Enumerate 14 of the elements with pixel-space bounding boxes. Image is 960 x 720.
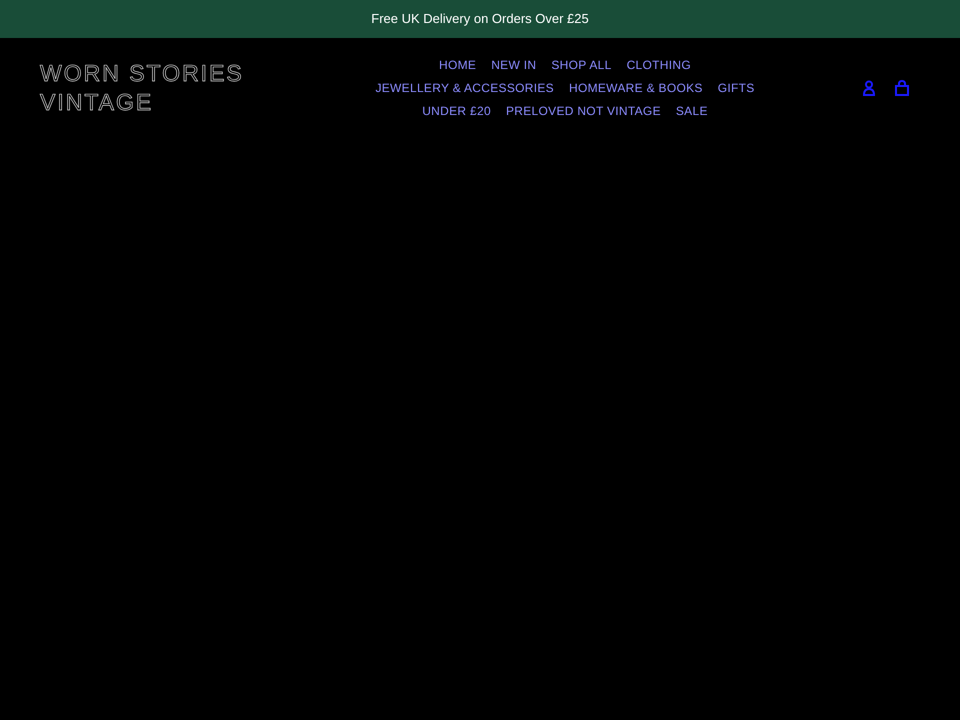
account-icon[interactable]: [862, 80, 876, 96]
nav-link[interactable]: SALE: [676, 102, 708, 120]
nav-link[interactable]: HOMEWARE & BOOKS: [568, 79, 703, 97]
nav-link[interactable]: NEW IN: [491, 56, 536, 74]
nav-link[interactable]: JEWELLERY & ACCESSORIES: [375, 79, 554, 97]
nav-link[interactable]: UNDER £20: [422, 102, 491, 120]
nav-link[interactable]: SHOP ALL: [551, 56, 612, 74]
announcement-text: Free UK Delivery on Orders Over £25: [371, 10, 589, 28]
nav-link[interactable]: GIFTS: [718, 79, 755, 97]
store-logo[interactable]: WORN STORIES VINTAGE: [40, 59, 280, 117]
nav-link[interactable]: CLOTHING: [626, 56, 691, 74]
nav-link[interactable]: HOME: [439, 56, 476, 74]
cart-icon[interactable]: [894, 80, 910, 96]
nav-link[interactable]: PRELOVED NOT VINTAGE: [506, 102, 661, 120]
